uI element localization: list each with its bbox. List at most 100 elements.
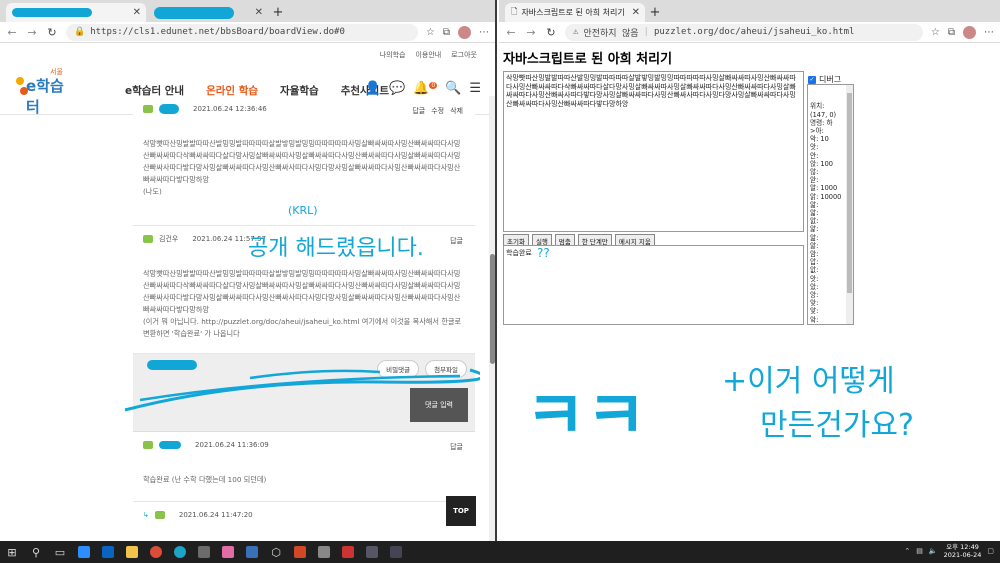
message-icon[interactable]: 💬 xyxy=(389,81,405,96)
forward-icon[interactable]: → xyxy=(26,26,38,39)
attach-file-button[interactable]: 첨부파일 xyxy=(425,360,467,378)
bell-icon[interactable]: 🔔 0 xyxy=(413,81,438,96)
forward-icon[interactable]: → xyxy=(525,26,537,39)
code-textarea[interactable]: 삭망빳따산밍발발따따산발밍밍발따따따따살발밯밍발밍밍따따따따따사밍살빠싸싸따사밍… xyxy=(503,71,804,232)
volume-icon[interactable]: 🔈 xyxy=(929,547,938,555)
clock-date: 2021-06-24 xyxy=(943,551,982,559)
task-view-icon[interactable]: ▭ xyxy=(48,541,72,563)
url-text: puzzlet.org/doc/aheui/jsaheui_ko.html xyxy=(653,27,855,37)
url-text: https://cls1.edunet.net/bbsBoard/boardVi… xyxy=(90,27,345,37)
right-tab-active[interactable]: 🗋 자바스크립트로 된 아희 처리기 ✕ xyxy=(505,3,645,22)
left-tab-active[interactable]: ✕ xyxy=(6,3,146,22)
app-icon[interactable] xyxy=(240,541,264,563)
hamburger-menu-icon[interactable]: ☰ xyxy=(469,81,481,96)
left-browser-window: ✕ ✕ + ← → ↻ 🔒 https://cls1.edunet.net/bb… xyxy=(0,0,497,541)
collections-icon[interactable]: ⧉ xyxy=(443,27,450,38)
url-field[interactable]: 🔒 https://cls1.edunet.net/bbsBoard/board… xyxy=(66,23,418,41)
back-icon[interactable]: ← xyxy=(6,26,18,39)
close-tab-icon[interactable]: ✕ xyxy=(133,7,141,18)
network-icon[interactable]: ▤ xyxy=(916,547,923,555)
warning-icon: ⚠ xyxy=(573,27,579,37)
site-logo[interactable]: 서울 e학습터 xyxy=(14,65,74,116)
more-menu-icon[interactable]: ⋯ xyxy=(479,27,489,38)
powerpoint-icon[interactable] xyxy=(288,541,312,563)
favorites-icon[interactable]: ☆ xyxy=(426,27,435,38)
link-logout[interactable]: 로그아웃 xyxy=(451,50,477,60)
link-my-learning[interactable]: 나의학습 xyxy=(380,50,406,60)
app-icon[interactable] xyxy=(312,541,336,563)
refresh-icon[interactable]: ↻ xyxy=(46,26,58,39)
comment-date: 2021.06.24 11:57:57 xyxy=(192,235,267,243)
files-app-icon[interactable] xyxy=(120,541,144,563)
taskbar: ⊞ ⚲ ▭ ⬡ ⌃ ▤ 🔈 오후 12:49 2021-06-24 ▢ xyxy=(0,541,1000,563)
zoom-app-icon[interactable] xyxy=(72,541,96,563)
more-menu-icon[interactable]: ⋯ xyxy=(984,27,994,38)
comment-extra: (나도) xyxy=(143,187,162,196)
collections-icon[interactable]: ⧉ xyxy=(948,27,955,38)
url-field[interactable]: ⚠ 안전하지 않음 | puzzlet.org/doc/aheui/jsaheu… xyxy=(565,23,923,41)
reply-button[interactable]: 답글 xyxy=(450,236,463,246)
tray-chevron-icon[interactable]: ⌃ xyxy=(904,547,910,555)
3d-viewer-icon[interactable]: ⬡ xyxy=(264,541,288,563)
scrollbar-thumb[interactable] xyxy=(490,254,495,364)
left-tab-inactive[interactable]: ✕ xyxy=(148,3,268,22)
camera-app-icon[interactable] xyxy=(360,541,384,563)
system-tray: ⌃ ▤ 🔈 오후 12:49 2021-06-24 ▢ xyxy=(904,543,994,559)
search-icon[interactable]: ⚲ xyxy=(24,541,48,563)
clock[interactable]: 오후 12:49 2021-06-24 xyxy=(944,543,982,559)
comment-date: 2021.06.24 11:47:20 xyxy=(178,511,253,519)
search-icon[interactable]: 🔍 xyxy=(445,81,461,96)
new-tab-icon[interactable]: + xyxy=(270,3,286,22)
favorites-icon[interactable]: ☆ xyxy=(931,27,940,38)
mail-app-icon[interactable] xyxy=(96,541,120,563)
link-guide[interactable]: 이용안내 xyxy=(415,50,441,60)
comment-body: 삭망빳따산밍발발따따산발밍밍발따따따따살발밯밍발밍밍따따따따따사밍살빠싸싸따사밍… xyxy=(143,269,461,314)
output-area: 학습완료 xyxy=(503,245,804,325)
left-address-bar: ← → ↻ 🔒 https://cls1.edunet.net/bbsBoard… xyxy=(0,22,495,43)
profile-avatar[interactable] xyxy=(458,25,471,39)
comment-body: 삭망빳따산밍발발따따산발밍밍발따따따따살발밯밍발밍밍따따따따따사밍살빠싸싸따사밍… xyxy=(143,139,461,184)
chrome-icon[interactable] xyxy=(144,541,168,563)
profile-avatar[interactable] xyxy=(963,25,976,39)
comment-author: 김건우 xyxy=(159,235,179,243)
windows-start-icon[interactable]: ⊞ xyxy=(0,541,24,563)
debug-scrollbar[interactable] xyxy=(846,85,853,324)
comment-icon xyxy=(143,441,153,449)
scroll-top-button[interactable]: TOP xyxy=(446,496,476,526)
calculator-icon[interactable] xyxy=(384,541,408,563)
paint-app-icon[interactable] xyxy=(216,541,240,563)
submit-comment-button[interactable]: 댓글 입력 xyxy=(410,388,468,422)
store-icon[interactable] xyxy=(192,541,216,563)
top-links: 나의학습 이용안내 로그아웃 xyxy=(380,50,477,60)
reply-button[interactable]: 답글 xyxy=(412,106,425,116)
refresh-icon[interactable]: ↻ xyxy=(545,26,557,39)
logo-text: e학습터 xyxy=(26,77,64,116)
comment-date: 2021.06.24 11:36:09 xyxy=(195,441,269,449)
comment-icon xyxy=(154,511,165,519)
page-icon: 🗋 xyxy=(511,6,518,16)
redaction-scribble xyxy=(159,441,181,449)
page-scrollbar[interactable] xyxy=(489,96,495,541)
back-icon[interactable]: ← xyxy=(505,26,517,39)
secret-comment-toggle[interactable]: 비밀댓글 xyxy=(377,360,420,378)
left-tab-strip: ✕ ✕ + xyxy=(0,0,495,22)
close-tab-icon[interactable]: ✕ xyxy=(255,7,263,18)
notifications-icon[interactable]: ▢ xyxy=(987,547,994,555)
lock-icon: 🔒 xyxy=(74,27,86,37)
comment-item: 김건우 2021.06.24 11:57:57 답글 삭망빳따산밍발발따따산발밍… xyxy=(133,226,475,354)
comment-icon xyxy=(143,235,153,243)
redaction-scribble xyxy=(154,6,234,19)
comment-extra: (이거 뭐 아닙니다. http://puzzlet.org/doc/aheui… xyxy=(143,317,462,338)
checkbox-checked-icon[interactable]: ✓ xyxy=(808,75,816,84)
edit-button[interactable]: 수정 xyxy=(431,106,444,116)
logo-dot xyxy=(16,77,24,85)
edge-icon[interactable] xyxy=(168,541,192,563)
redaction-scribble xyxy=(12,8,92,17)
user-icon[interactable]: 👤 xyxy=(365,81,381,96)
close-tab-icon[interactable]: ✕ xyxy=(632,7,640,18)
reply-button[interactable]: 답글 xyxy=(450,442,463,452)
delete-button[interactable]: 삭제 xyxy=(450,106,463,116)
page-title: 자바스크립트로 된 아희 처리기 xyxy=(503,52,673,67)
new-tab-icon[interactable]: + xyxy=(647,3,663,22)
app-icon[interactable] xyxy=(336,541,360,563)
